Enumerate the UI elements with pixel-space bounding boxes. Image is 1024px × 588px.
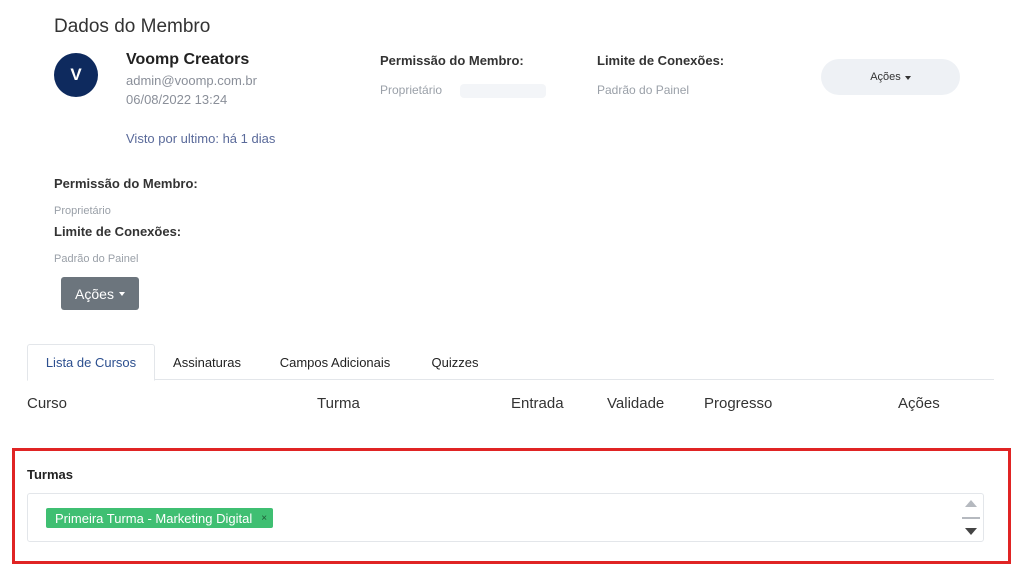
mobile-permission-value: Proprietário (54, 205, 111, 217)
member-name: Voomp Creators (126, 51, 250, 68)
connections-label: Limite de Conexões: (597, 53, 725, 68)
tab-quizzes[interactable]: Quizzes (422, 344, 488, 380)
scroll-divider (962, 516, 980, 519)
avatar: V (54, 53, 98, 97)
selected-turma-chip: Primeira Turma - Marketing Digital × (46, 508, 274, 528)
mobile-connections-label: Limite de Conexões: (54, 224, 182, 239)
tab-campos-adicionais[interactable]: Campos Adicionais (270, 344, 400, 380)
tab-assinaturas[interactable]: Assinaturas (162, 344, 252, 380)
actions-dropdown-button[interactable]: Ações (821, 59, 960, 95)
column-header-validade: Validade (607, 395, 665, 412)
caret-down-icon (904, 75, 911, 80)
actions-dropdown-label: Ações (870, 71, 901, 83)
mobile-permission-label: Permissão do Membro: (54, 176, 198, 191)
scroll-up-icon[interactable] (965, 500, 977, 507)
member-email: admin@voomp.com.br (126, 73, 257, 88)
member-created-date: 06/08/2022 13:24 (126, 92, 228, 107)
connections-value: Padrão do Painel (597, 83, 690, 97)
column-header-entrada: Entrada (511, 395, 564, 412)
mobile-connections-value: Padrão do Painel (54, 253, 139, 265)
turmas-label: Turmas (27, 467, 73, 482)
selected-turma-label: Primeira Turma - Marketing Digital (55, 510, 253, 526)
column-header-turma: Turma (317, 395, 360, 412)
permission-blur (460, 84, 546, 98)
column-header-progresso: Progresso (704, 395, 773, 412)
tab-lista-de-cursos[interactable]: Lista de Cursos (27, 344, 155, 381)
select-scroll-arrows[interactable] (959, 494, 983, 541)
column-header-curso: Curso (27, 395, 68, 412)
remove-chip-icon[interactable]: × (261, 513, 267, 524)
tab-bar: Lista de Cursos Assinaturas Campos Adici… (27, 344, 994, 381)
column-header-acoes: Ações (898, 395, 940, 412)
actions-button[interactable]: Ações (61, 277, 139, 310)
page-title: Dados do Membro (54, 16, 211, 37)
caret-down-icon (118, 292, 125, 296)
permission-label: Permissão do Membro: (380, 53, 524, 68)
permission-value: Proprietário (380, 83, 443, 97)
actions-button-label: Ações (75, 285, 114, 302)
scroll-down-icon[interactable] (965, 528, 977, 535)
member-last-seen: Visto por ultimo: há 1 dias (126, 131, 276, 146)
turmas-multiselect[interactable]: Primeira Turma - Marketing Digital × (27, 493, 984, 542)
